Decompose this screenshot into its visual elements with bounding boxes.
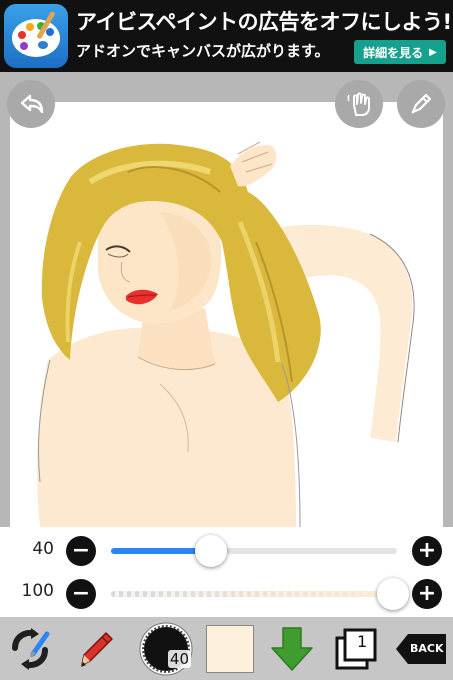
gesture-button[interactable] xyxy=(335,80,383,128)
color-picker-button[interactable] xyxy=(202,617,258,680)
current-color-swatch xyxy=(206,624,254,673)
drawing-canvas[interactable] xyxy=(10,102,443,527)
opacity-thumb[interactable] xyxy=(377,578,409,610)
brush-size-value: 40 xyxy=(32,539,54,559)
opacity-increase-button[interactable]: + xyxy=(412,579,442,609)
opacity-slider[interactable] xyxy=(111,591,397,597)
opacity-value: 100 xyxy=(21,581,54,601)
brush-size-slider[interactable] xyxy=(111,548,397,554)
brush-size-decrease-button[interactable]: − xyxy=(66,536,96,566)
layers-button[interactable]: 1 xyxy=(330,617,384,680)
undo-button[interactable] xyxy=(7,80,55,128)
rotate-swap-icon xyxy=(12,627,50,670)
pen-tool-icon xyxy=(411,93,432,114)
tool-select-button[interactable] xyxy=(397,80,445,128)
ad-details-label: 詳細を見る xyxy=(363,45,424,60)
brush-controls: 40 − + 100 − + xyxy=(0,527,453,617)
pen-tool-button[interactable] xyxy=(66,617,122,680)
opacity-decrease-button[interactable]: − xyxy=(66,579,96,609)
app-logo-icon xyxy=(4,4,68,68)
ad-subtitle: アドオンでキャンバスが広がります。 xyxy=(76,42,330,60)
chevron-right-icon: ▶ xyxy=(429,46,437,58)
ad-details-button[interactable]: 詳細を見る ▶ xyxy=(354,40,446,64)
brush-size-badge: 40 xyxy=(167,649,191,668)
download-arrow-icon xyxy=(271,626,313,671)
save-download-button[interactable] xyxy=(264,617,320,680)
brush-size-increase-button[interactable]: + xyxy=(412,536,442,566)
brush-size-thumb[interactable] xyxy=(195,535,228,567)
swap-tool-button[interactable] xyxy=(2,617,58,680)
bottom-toolbar: 40 1 BACK xyxy=(0,617,453,680)
artwork-illustration xyxy=(37,141,415,527)
brush-size-button[interactable]: 40 xyxy=(135,617,197,680)
undo-arrow-icon xyxy=(20,94,44,114)
ad-title: アイビスペイントの広告をオフにしよう! xyxy=(76,10,452,34)
hand-gesture-icon xyxy=(347,92,370,116)
work-area: 40 − + 100 − + 40 1 BACK xyxy=(0,72,453,680)
back-label: BACK xyxy=(410,641,444,655)
pencil-icon xyxy=(81,631,113,667)
ad-banner[interactable]: アイビスペイントの広告をオフにしよう! アドオンでキャンバスが広がります。 詳細… xyxy=(0,0,453,72)
back-button[interactable]: BACK xyxy=(392,617,450,680)
layer-count: 1 xyxy=(357,631,368,651)
